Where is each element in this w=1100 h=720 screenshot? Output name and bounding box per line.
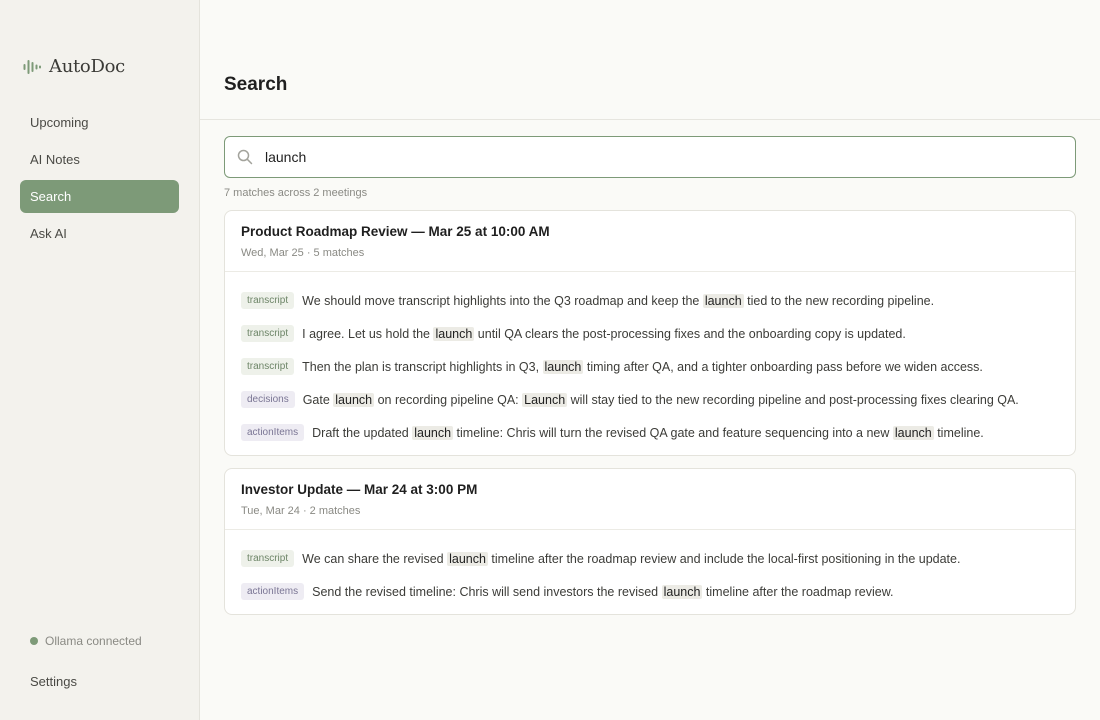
source-tag: transcript — [241, 325, 295, 342]
snippet-text: timeline: Chris will turn the revised QA… — [453, 425, 893, 440]
source-tag: actionItems — [241, 424, 305, 441]
snippet-text: on recording pipeline QA: — [374, 392, 523, 407]
match-snippet: Gate launch on recording pipeline QA: La… — [302, 392, 1019, 407]
source-tag: transcript — [241, 292, 295, 309]
sidebar-item-upcoming[interactable]: Upcoming — [20, 106, 179, 139]
search-input[interactable] — [265, 149, 1045, 165]
snippet-text: Send the revised timeline: Chris will se… — [312, 584, 662, 599]
snippet-text: Then the plan is transcript highlights i… — [302, 359, 543, 374]
result-card[interactable]: Product Roadmap Review — Mar 25 at 10:00… — [224, 210, 1076, 456]
match-snippet: We can share the revised launch timeline… — [302, 551, 961, 566]
match-snippet: I agree. Let us hold the launch until QA… — [302, 326, 906, 341]
highlight-term: launch — [433, 326, 475, 341]
sidebar-item-ai-notes[interactable]: AI Notes — [20, 143, 179, 176]
match-list: transcript We should move transcript high… — [225, 272, 1075, 455]
app-name: AutoDoc — [49, 56, 125, 77]
results-summary: 7 matches across 2 meetings — [224, 187, 368, 199]
match-snippet: Send the revised timeline: Chris will se… — [312, 584, 894, 599]
snippet-text: will stay tied to the new recording pipe… — [567, 392, 1019, 407]
source-tag: actionItems — [241, 583, 305, 600]
match-row[interactable]: transcript We should move transcript high… — [241, 284, 1059, 317]
match-snippet: Then the plan is transcript highlights i… — [302, 359, 983, 374]
result-card[interactable]: Investor Update — Mar 24 at 3:00 PM Tue,… — [224, 468, 1076, 615]
highlight-term: launch — [542, 359, 584, 374]
sidebar-item-search[interactable]: Search — [20, 180, 179, 213]
snippet-text: timeline. — [933, 425, 984, 440]
meeting-meta: Tue, Mar 24 · 2 matches — [241, 505, 361, 517]
connection-status: Ollama connected — [30, 634, 142, 648]
snippet-text: timeline after the roadmap review and in… — [487, 551, 961, 566]
sidebar: AutoDoc Upcoming AI Notes Search Ask AI … — [0, 0, 200, 720]
source-tag: transcript — [241, 358, 295, 375]
sidebar-item-label: Upcoming — [30, 115, 89, 130]
match-row[interactable]: transcript We can share the revised launc… — [241, 542, 1059, 575]
meeting-title: Investor Update — Mar 24 at 3:00 PM — [241, 482, 478, 497]
sidebar-item-label: Search — [30, 189, 72, 204]
brand: AutoDoc — [23, 56, 125, 77]
match-list: transcript We can share the revised launc… — [225, 530, 1075, 614]
source-tag: transcript — [241, 550, 295, 567]
search-box[interactable] — [224, 136, 1076, 178]
sidebar-nav: Upcoming AI Notes Search Ask AI — [20, 106, 179, 254]
page-header: Search — [200, 0, 1100, 120]
status-dot-icon — [30, 637, 38, 645]
highlight-term: launch — [661, 584, 703, 599]
snippet-text: until QA clears the post-processing fixe… — [474, 326, 906, 341]
snippet-text: Gate — [302, 392, 334, 407]
match-snippet: We should move transcript highlights int… — [302, 293, 935, 308]
search-icon — [237, 149, 253, 165]
result-card-header: Investor Update — Mar 24 at 3:00 PM Tue,… — [225, 469, 1075, 530]
match-snippet: Draft the updated launch timeline: Chris… — [312, 425, 984, 440]
highlight-term: launch — [412, 425, 454, 440]
sidebar-item-label: Ask AI — [30, 226, 67, 241]
match-row[interactable]: transcript I agree. Let us hold the launc… — [241, 317, 1059, 350]
sidebar-item-label: AI Notes — [30, 152, 80, 167]
highlight-term: launch — [892, 425, 934, 440]
meeting-meta: Wed, Mar 25 · 5 matches — [241, 247, 365, 259]
snippet-text: tied to the new recording pipeline. — [743, 293, 935, 308]
match-row[interactable]: actionItems Draft the updated launch time… — [241, 416, 1059, 449]
settings-link[interactable]: Settings — [30, 674, 77, 689]
highlight-term: launch — [447, 551, 488, 566]
sidebar-item-ask-ai[interactable]: Ask AI — [20, 217, 179, 250]
snippet-text: I agree. Let us hold the — [302, 326, 434, 341]
meeting-title: Product Roadmap Review — Mar 25 at 10:00… — [241, 224, 550, 239]
highlight-term: launch — [333, 392, 375, 407]
status-text: Ollama connected — [45, 634, 142, 648]
match-row[interactable]: actionItems Send the revised timeline: Ch… — [241, 575, 1059, 608]
highlight-term: Launch — [522, 392, 568, 407]
main-content: Search 7 matches across 2 meetings Produ… — [200, 0, 1100, 720]
page-title: Search — [224, 74, 288, 95]
snippet-text: We can share the revised — [302, 551, 448, 566]
highlight-term: launch — [702, 293, 744, 308]
snippet-text: timing after QA, and a tighter onboardin… — [583, 359, 983, 374]
source-tag: decisions — [241, 391, 295, 408]
snippet-text: Draft the updated — [312, 425, 413, 440]
match-row[interactable]: decisions Gate launch on recording pipeli… — [241, 383, 1059, 416]
snippet-text: We should move transcript highlights int… — [302, 293, 703, 308]
snippet-text: timeline after the roadmap review. — [702, 584, 894, 599]
sound-wave-icon — [23, 59, 41, 75]
result-card-header: Product Roadmap Review — Mar 25 at 10:00… — [225, 211, 1075, 272]
match-row[interactable]: transcript Then the plan is transcript hi… — [241, 350, 1059, 383]
